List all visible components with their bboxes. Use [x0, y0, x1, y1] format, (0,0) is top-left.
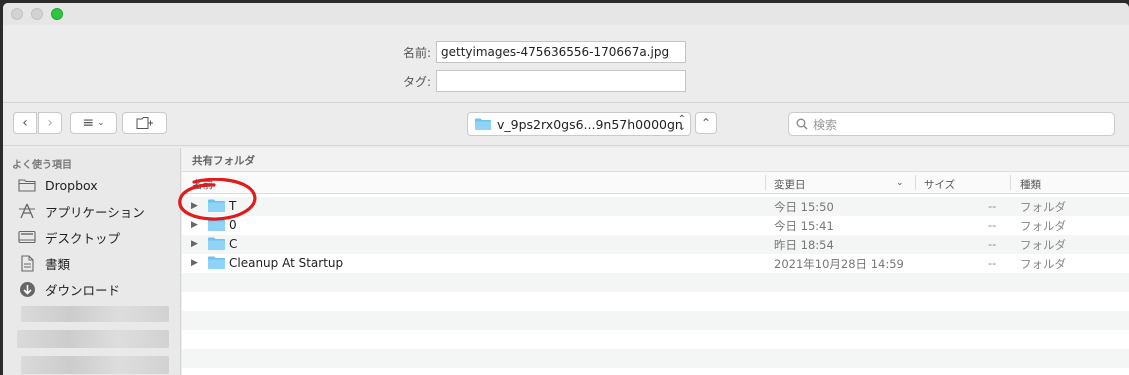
back-button[interactable]: ‹: [13, 112, 37, 134]
download-icon: [17, 281, 37, 297]
divider: [3, 102, 1129, 103]
red-circle-annotation: [178, 178, 257, 221]
view-mode-button[interactable]: ≡ ⌄: [70, 112, 117, 134]
empty-row: [182, 349, 1129, 368]
sidebar-item-downloads[interactable]: ダウンロード: [17, 279, 120, 299]
file-name: Cleanup At Startup: [229, 256, 344, 270]
file-kind: フォルダ: [1020, 238, 1066, 252]
search-field[interactable]: 検索: [788, 112, 1115, 136]
name-row: 名前: gettyimages-475636556-170667a.jpg: [375, 41, 686, 63]
sidebar-item-label: Dropbox: [45, 177, 98, 193]
column-date[interactable]: 変更日: [774, 177, 806, 192]
tag-row: タグ:: [375, 70, 686, 92]
search-placeholder: 検索: [813, 117, 838, 132]
list-view-icon: ≡: [82, 115, 95, 131]
sidebar-item-documents[interactable]: 書類: [17, 253, 70, 273]
chevron-right-icon: ›: [47, 115, 53, 131]
file-browser: 共有フォルダ 名前 変更日 ⌄ サイズ 種類 ▶ T 今日 15:50 -- フ…: [182, 148, 1129, 375]
table-row[interactable]: ▶ 0 今日 15:41 -- フォルダ: [182, 216, 1129, 235]
chevron-down-icon: ⌄: [97, 118, 105, 128]
zoom-button[interactable]: [51, 8, 63, 20]
sidebar-item-applications[interactable]: アプリケーション: [17, 201, 145, 221]
empty-row: [182, 273, 1129, 292]
sidebar-heading: よく使う項目: [12, 160, 72, 171]
sidebar-item-dropbox[interactable]: Dropbox: [17, 175, 98, 195]
filename-field[interactable]: gettyimages-475636556-170667a.jpg: [436, 41, 686, 63]
save-dialog-window: 名前: gettyimages-475636556-170667a.jpg タグ…: [3, 3, 1129, 375]
chevron-up-icon: ⌃: [700, 116, 712, 130]
folder-icon: [17, 177, 37, 193]
file-date: 昨日 18:54: [774, 238, 834, 252]
sidebar-item-label: デスクトップ: [45, 230, 121, 246]
empty-row: [182, 292, 1129, 311]
column-kind[interactable]: 種類: [1020, 177, 1041, 192]
folder-icon: [208, 256, 225, 269]
applications-icon: [17, 203, 37, 219]
file-name: C: [229, 237, 238, 251]
column-divider[interactable]: [1010, 175, 1011, 190]
path-title: 共有フォルダ: [192, 155, 255, 167]
disclosure-triangle-icon[interactable]: ▶: [191, 258, 198, 268]
updown-chevron-icon: ⌃ ⌄: [677, 114, 686, 133]
new-folder-button[interactable]: [122, 112, 167, 134]
disclosure-triangle-icon[interactable]: ▶: [191, 239, 198, 249]
new-folder-icon: [136, 117, 153, 129]
collapse-button[interactable]: ⌃: [695, 112, 717, 134]
name-label: 名前:: [402, 45, 431, 60]
file-kind: フォルダ: [1020, 200, 1066, 214]
title-bar: [3, 3, 1129, 25]
sidebar-item-desktop[interactable]: デスクトップ: [17, 227, 120, 247]
tag-label: タグ:: [402, 74, 431, 89]
desktop-icon: [17, 229, 37, 245]
empty-row: [182, 330, 1129, 349]
column-divider[interactable]: [915, 175, 916, 190]
tag-field[interactable]: [436, 70, 686, 92]
minimize-button[interactable]: [31, 8, 43, 20]
file-size: --: [988, 218, 997, 232]
path-bar: 共有フォルダ: [182, 148, 1129, 172]
file-kind: フォルダ: [1020, 219, 1066, 233]
location-popup[interactable]: v_9ps2rx0gs6...9n57h0000gn ⌃ ⌄: [467, 112, 691, 136]
sidebar-item-label: アプリケーション: [45, 204, 145, 220]
chevron-left-icon: ‹: [22, 115, 28, 131]
folder-icon: [475, 118, 491, 130]
sidebar-item-label: 書類: [45, 256, 71, 272]
search-icon: [796, 118, 808, 130]
table-row[interactable]: ▶ T 今日 15:50 -- フォルダ: [182, 197, 1129, 216]
close-button[interactable]: [11, 8, 23, 20]
column-size[interactable]: サイズ: [924, 177, 955, 192]
table-row[interactable]: ▶ C 昨日 18:54 -- フォルダ: [182, 235, 1129, 254]
file-date: 今日 15:50: [774, 200, 834, 214]
sidebar-item-label: ダウンロード: [45, 282, 121, 298]
location-label: v_9ps2rx0gs6...9n57h0000gn: [497, 116, 683, 132]
file-size: --: [988, 237, 997, 251]
forward-button[interactable]: ›: [38, 112, 62, 134]
column-divider[interactable]: [765, 175, 766, 190]
sidebar: よく使う項目 Dropbox アプリケーション デスクトップ 書類 ダウンロード: [3, 148, 181, 375]
redacted-sidebar-item: [21, 356, 169, 374]
file-date: 今日 15:41: [774, 219, 834, 233]
redacted-sidebar-item: [21, 306, 169, 322]
table-row[interactable]: ▶ Cleanup At Startup 2021年10月28日 14:59 -…: [182, 254, 1129, 273]
file-size: --: [988, 256, 997, 270]
file-size: --: [988, 199, 997, 213]
folder-icon: [208, 237, 225, 250]
file-kind: フォルダ: [1020, 257, 1066, 271]
column-header: 名前 変更日 ⌄ サイズ 種類: [182, 172, 1129, 194]
divider: [3, 145, 1129, 146]
file-date: 2021年10月28日 14:59: [774, 257, 904, 271]
documents-icon: [17, 254, 37, 272]
sort-chevron-icon: ⌄: [896, 178, 904, 188]
empty-row: [182, 311, 1129, 330]
redacted-sidebar-item: [17, 330, 169, 348]
